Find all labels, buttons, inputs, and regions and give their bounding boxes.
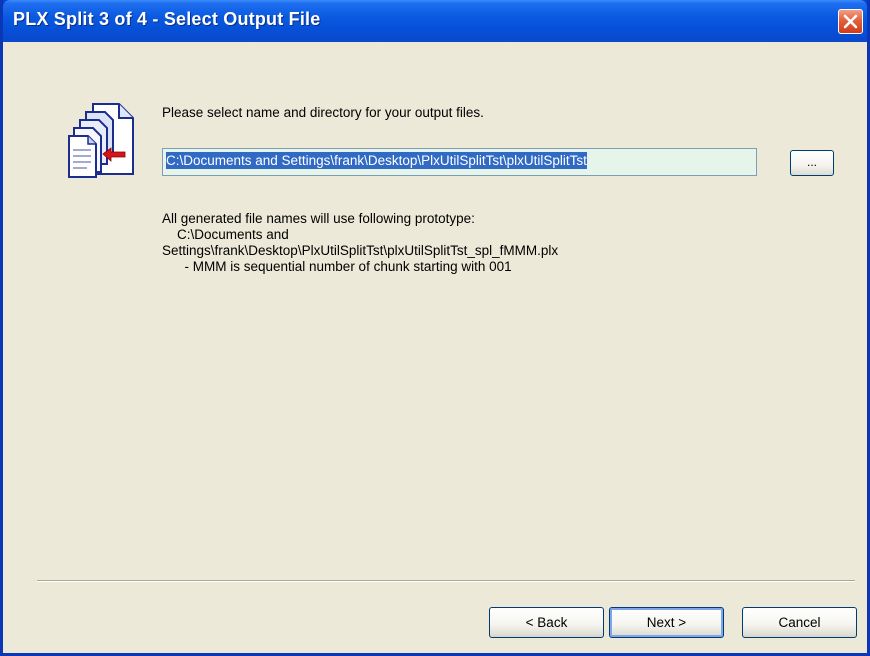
output-path-value: C:\Documents and Settings\frank\Desktop\… [166, 152, 587, 169]
prototype-info-line: Settings\frank\Desktop\PlxUtilSplitTst\p… [162, 243, 559, 258]
prototype-info: All generated file names will use follow… [162, 211, 558, 275]
window-title: PLX Split 3 of 4 - Select Output File [13, 9, 321, 29]
close-button[interactable] [838, 9, 863, 34]
browse-button[interactable]: ... [790, 150, 834, 176]
cancel-button[interactable]: Cancel [742, 607, 857, 638]
wizard-content: Please select name and directory for you… [3, 42, 867, 653]
close-icon [843, 14, 858, 29]
wizard-window: PLX Split 3 of 4 - Select Output File Pl… [0, 0, 870, 656]
title-bar[interactable]: PLX Split 3 of 4 - Select Output File [3, 0, 867, 42]
back-button[interactable]: < Back [489, 607, 604, 638]
document-split-icon [68, 103, 134, 178]
prototype-info-line: - MMM is sequential number of chunk star… [162, 259, 512, 274]
output-path-field[interactable]: C:\Documents and Settings\frank\Desktop\… [162, 148, 757, 176]
separator [37, 580, 855, 582]
prototype-info-line: All generated file names will use follow… [162, 211, 475, 226]
prompt-text: Please select name and directory for you… [162, 105, 484, 120]
next-button[interactable]: Next > [609, 607, 724, 638]
prototype-info-line: C:\Documents and [162, 227, 289, 242]
